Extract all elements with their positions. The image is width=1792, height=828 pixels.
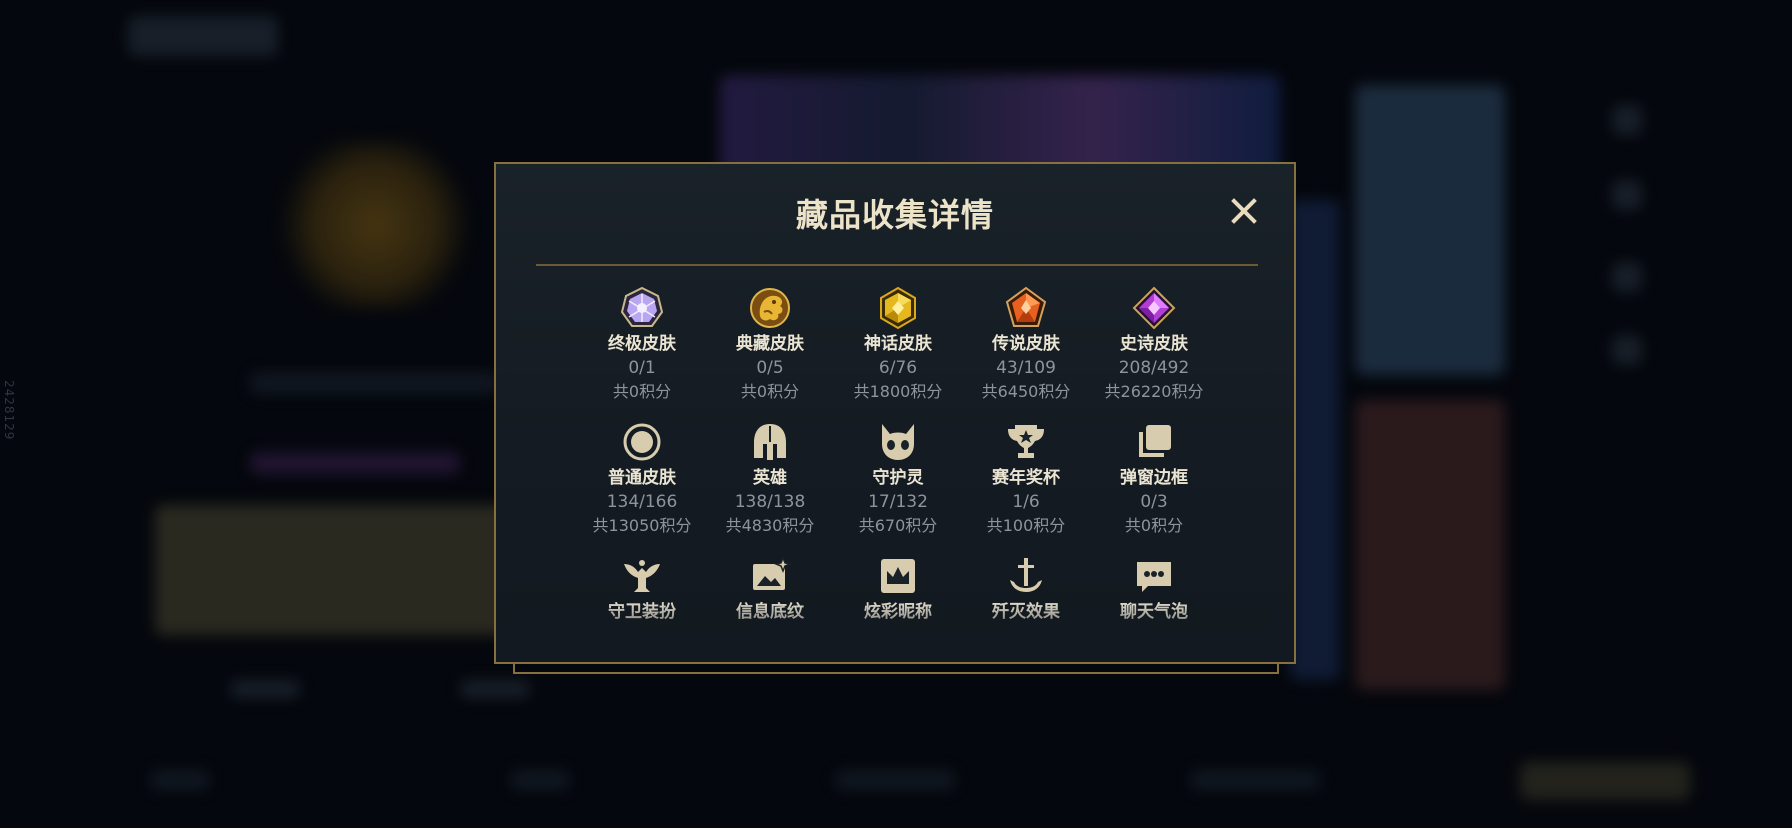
bg-footer-item bbox=[835, 770, 955, 790]
bg-text-line bbox=[250, 372, 500, 394]
category-points: 共1800积分 bbox=[853, 382, 943, 401]
category-points: 共670积分 bbox=[858, 516, 938, 535]
category-name: 守卫装扮 bbox=[608, 602, 676, 622]
category-count: 0/1 bbox=[628, 358, 656, 378]
category-name: 神话皮肤 bbox=[864, 334, 932, 354]
category-ward-skins[interactable]: 守卫装扮 bbox=[578, 554, 706, 624]
bg-side-icon bbox=[1612, 180, 1642, 210]
category-profile-banners[interactable]: 信息底纹 bbox=[706, 554, 834, 624]
bg-tab bbox=[230, 680, 300, 698]
modal-bottom-trim bbox=[513, 664, 1279, 674]
category-points: 共13050积分 bbox=[592, 516, 692, 535]
category-points: 共0积分 bbox=[740, 382, 800, 401]
category-season-trophies[interactable]: 赛年奖杯 1/6 共100积分 bbox=[962, 420, 1090, 538]
category-mythic-skins[interactable]: 神话皮肤 6/76 共1800积分 bbox=[834, 286, 962, 404]
category-count: 0/3 bbox=[1140, 492, 1168, 512]
ultimate-gem-icon bbox=[620, 286, 664, 327]
bg-skin-card bbox=[1355, 85, 1505, 375]
category-count: 138/138 bbox=[734, 492, 806, 512]
chat-bubble-icon bbox=[1137, 562, 1171, 592]
bg-side-icon bbox=[1612, 105, 1642, 135]
category-little-legends[interactable]: 守护灵 17/132 共670积分 bbox=[834, 420, 962, 538]
bg-footer-item bbox=[510, 770, 570, 790]
stacked-frames-icon bbox=[1139, 425, 1171, 457]
crown-card-icon bbox=[881, 559, 915, 593]
bg-card bbox=[155, 505, 535, 635]
mythic-gem-icon bbox=[880, 286, 916, 330]
collection-grid: 终极皮肤 0/1 共0积分 典藏皮肤 0/5 共0积分 神话皮肤 6/76 共1… bbox=[496, 164, 1294, 662]
category-count: 6/76 bbox=[878, 358, 918, 378]
category-champions[interactable]: 英雄 138/138 共4830积分 bbox=[706, 420, 834, 538]
category-name: 普通皮肤 bbox=[608, 468, 676, 488]
bg-footer-item bbox=[150, 770, 210, 790]
category-chat-bubbles[interactable]: 聊天气泡 bbox=[1090, 554, 1218, 624]
category-count: 134/166 bbox=[606, 492, 678, 512]
category-points: 共6450积分 bbox=[981, 382, 1071, 401]
bg-emblem bbox=[270, 140, 480, 310]
category-points: 共26220积分 bbox=[1104, 382, 1204, 401]
bg-header-title bbox=[128, 16, 278, 56]
category-standard-skins[interactable]: 普通皮肤 134/166 共13050积分 bbox=[578, 420, 706, 538]
category-count: 208/492 bbox=[1118, 358, 1190, 378]
trophy-icon bbox=[1008, 425, 1044, 458]
category-ultimate-skins[interactable]: 终极皮肤 0/1 共0积分 bbox=[578, 286, 706, 404]
category-points: 共4830积分 bbox=[725, 516, 815, 535]
category-legendary-skins[interactable]: 传说皮肤 43/109 共6450积分 bbox=[962, 286, 1090, 404]
category-finisher-effects[interactable]: 歼灭效果 bbox=[962, 554, 1090, 624]
category-name: 炫彩昵称 bbox=[864, 602, 932, 622]
collection-details-dialog: 藏品收集详情 终极皮肤 0/1 共0积分 典藏皮肤 0/5 共0积分 神话皮肤 … bbox=[494, 162, 1296, 664]
category-name: 英雄 bbox=[753, 468, 787, 488]
category-name: 史诗皮肤 bbox=[1120, 334, 1188, 354]
category-name: 聊天气泡 bbox=[1120, 602, 1188, 622]
bg-footer-item bbox=[1190, 770, 1320, 790]
helmet-icon bbox=[754, 424, 786, 460]
category-points: 共0积分 bbox=[1124, 516, 1184, 535]
category-name: 终极皮肤 bbox=[608, 334, 676, 354]
ring-icon bbox=[623, 423, 661, 461]
anchor-sword-icon bbox=[1010, 558, 1042, 592]
epic-gem-icon bbox=[1132, 286, 1176, 330]
bg-side-icon bbox=[1612, 262, 1642, 292]
category-name: 赛年奖杯 bbox=[992, 468, 1060, 488]
banner-image-icon bbox=[753, 555, 792, 590]
little-legend-icon bbox=[882, 424, 914, 460]
bg-side-icon bbox=[1612, 335, 1642, 365]
legendary-gem-icon bbox=[1005, 286, 1047, 327]
category-name: 守护灵 bbox=[872, 468, 924, 488]
category-count: 1/6 bbox=[1012, 492, 1040, 512]
category-count: 43/109 bbox=[996, 358, 1056, 378]
category-points: 共100积分 bbox=[986, 516, 1066, 535]
category-name: 典藏皮肤 bbox=[736, 334, 804, 354]
category-count: 0/5 bbox=[756, 358, 784, 378]
category-name: 歼灭效果 bbox=[992, 602, 1060, 622]
bg-skin-card bbox=[1355, 400, 1505, 690]
category-name: 信息底纹 bbox=[736, 602, 804, 622]
ward-icon bbox=[624, 560, 660, 592]
category-count: 17/132 bbox=[868, 492, 928, 512]
category-popup-frames[interactable]: 弹窗边框 0/3 共0积分 bbox=[1090, 420, 1218, 538]
bg-skin-card bbox=[1290, 200, 1340, 680]
category-points: 共0积分 bbox=[612, 382, 672, 401]
bg-footer-button bbox=[1520, 762, 1690, 800]
category-chroma-names[interactable]: 炫彩昵称 bbox=[834, 554, 962, 624]
category-name: 传说皮肤 bbox=[992, 334, 1060, 354]
dragon-gem-icon bbox=[750, 288, 790, 328]
category-prestige-skins[interactable]: 典藏皮肤 0/5 共0积分 bbox=[706, 286, 834, 404]
category-name: 弹窗边框 bbox=[1120, 468, 1188, 488]
category-epic-skins[interactable]: 史诗皮肤 208/492 共26220积分 bbox=[1090, 286, 1218, 404]
bg-tab bbox=[460, 680, 530, 698]
bg-text-line bbox=[250, 452, 460, 474]
side-id-text: 2428129 bbox=[2, 380, 16, 441]
